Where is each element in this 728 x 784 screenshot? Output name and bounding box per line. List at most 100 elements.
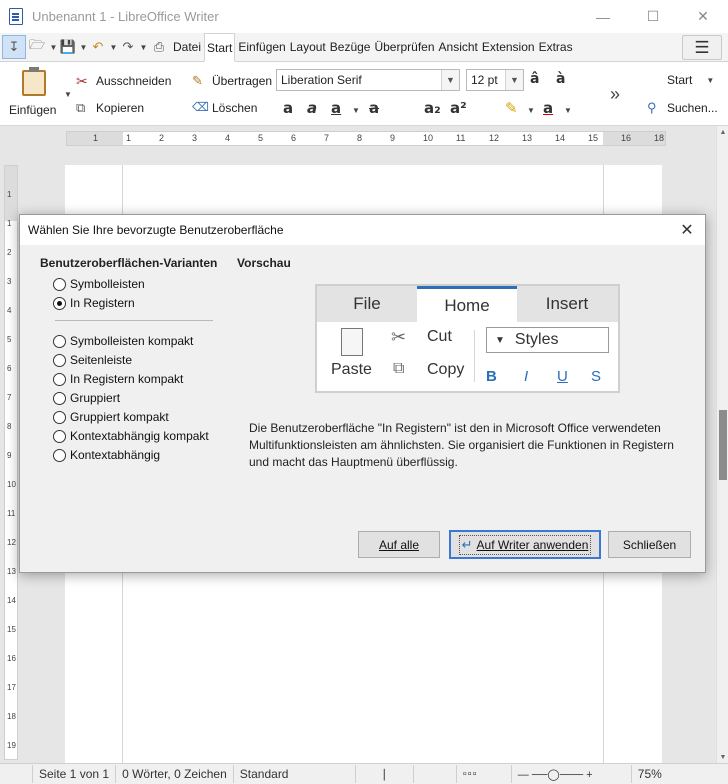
radio-button[interactable] [53, 277, 66, 291]
tab-bezuege[interactable]: Bezüge [329, 33, 372, 62]
tab-datei[interactable]: Datei [172, 33, 202, 62]
preview-strike: S [591, 368, 602, 385]
page-style[interactable]: Standard [232, 765, 355, 783]
radio-button[interactable] [53, 410, 66, 424]
bold-icon[interactable]: a [283, 99, 293, 117]
highlight-dropdown-icon[interactable]: ▼ [527, 106, 535, 115]
radio-kontextabhaengig-kompakt[interactable]: Kontextabhängig kompakt [53, 429, 209, 443]
copy-button[interactable]: ⧉ Kopieren [76, 100, 144, 116]
tab-extension[interactable]: Extension [481, 33, 536, 62]
font-color-dropdown-icon[interactable]: ▼ [564, 106, 572, 115]
radio-in-registern[interactable]: In Registern [53, 296, 135, 310]
radio-button[interactable] [53, 391, 66, 405]
find-label: Suchen... [667, 101, 718, 115]
tab-einfuegen[interactable]: Einfügen [237, 33, 286, 62]
radio-button[interactable] [53, 334, 66, 348]
find-button[interactable]: ⚲ Suchen... [647, 100, 718, 116]
writer-app-icon [9, 8, 23, 25]
vertical-ruler[interactable]: 1 1 2 3 4 5 6 7 8 9 10 11 12 13 14 15 16 17 18 19 [4, 165, 18, 760]
tab-extras[interactable]: Extras [538, 33, 574, 62]
hamburger-menu-icon[interactable]: ☰ [682, 35, 722, 60]
save-dropdown-icon[interactable]: ▼ [78, 35, 88, 59]
redo-dropdown-icon[interactable]: ▼ [138, 35, 148, 59]
strikethrough-icon[interactable]: a [369, 99, 379, 117]
clone-formatting-button[interactable]: ✎ Übertragen [192, 73, 272, 89]
maximize-icon[interactable]: ☐ [628, 0, 678, 33]
redo-icon[interactable]: ↷ [118, 35, 138, 59]
paste-button[interactable]: Einfügen [9, 103, 56, 117]
scroll-up-icon[interactable]: ▲ [717, 126, 728, 138]
underline-icon[interactable]: a [331, 99, 341, 117]
close-icon[interactable]: ✕ [678, 0, 728, 33]
notebookbar-tabbar: ↧ 🗁 ▼ 💾 ▼ ↶ ▼ ↷ ▼ ⎙ Datei Start Einfügen… [0, 33, 728, 62]
tab-start[interactable]: Start [204, 33, 236, 62]
open-dropdown-icon[interactable]: ▼ [48, 35, 58, 59]
zoom-level[interactable]: 75% [630, 765, 668, 783]
apply-to-all-button[interactable]: Auf alle [358, 531, 440, 558]
chevron-down-icon[interactable]: ▼ [505, 70, 523, 90]
save-icon[interactable]: 💾 [58, 35, 78, 59]
insert-mode-icon[interactable]: ∣ [354, 765, 413, 783]
radio-button-selected[interactable] [53, 296, 66, 310]
copy-label: Kopieren [96, 101, 145, 115]
undo-dropdown-icon[interactable]: ▼ [108, 35, 118, 59]
shrink-font-icon[interactable]: à [556, 71, 565, 87]
options-separator [55, 320, 213, 321]
preview-separator [474, 330, 475, 382]
radio-symbolleisten[interactable]: Symbolleisten [53, 277, 145, 291]
tab-ueberpruefen[interactable]: Überprüfen [373, 33, 435, 62]
ruler-number: 6 [291, 133, 297, 143]
open-icon[interactable]: 🗁 [26, 35, 48, 59]
view-layout-icons[interactable]: ▫▫▫ [455, 765, 511, 783]
close-icon[interactable]: ✕ [677, 220, 697, 240]
cut-button[interactable]: ✂ Ausschneiden [76, 73, 171, 89]
vertical-scrollbar[interactable]: ▲ ▼ [716, 126, 728, 763]
italic-icon[interactable]: a [307, 99, 317, 117]
horizontal-ruler[interactable]: 1 1 2 3 4 5 6 7 8 9 10 11 12 13 14 15 16 18 [66, 131, 666, 146]
paste-icon[interactable] [22, 67, 46, 96]
ruler-number: 13 [522, 133, 533, 143]
apply-to-writer-button[interactable]: ↵ Auf Writer anwenden [449, 530, 601, 559]
vruler-number: 1 [7, 219, 12, 228]
radio-button[interactable] [53, 372, 66, 386]
font-name-box[interactable]: Liberation Serif ▼ [276, 69, 460, 91]
option-label: Gruppiert [70, 391, 121, 405]
radio-seitenleiste[interactable]: Seitenleiste [53, 353, 132, 367]
print-icon[interactable]: ⎙ [148, 35, 170, 59]
radio-symbolleisten-kompakt[interactable]: Symbolleisten kompakt [53, 334, 193, 348]
radio-button[interactable] [53, 429, 66, 443]
minimize-icon[interactable]: — [578, 0, 628, 33]
more-button[interactable]: » [610, 84, 620, 105]
selection-mode-icon[interactable] [412, 765, 456, 783]
tab-list: Datei Start Einfügen Layout Bezüge Überp… [172, 33, 576, 62]
radio-gruppiert-kompakt[interactable]: Gruppiert kompakt [53, 410, 169, 424]
superscript-icon[interactable]: a₂ [424, 99, 441, 117]
undo-icon[interactable]: ↶ [88, 35, 108, 59]
close-button[interactable]: Schließen [608, 531, 691, 558]
clear-formatting-button[interactable]: ⌫ Löschen [192, 100, 257, 116]
grow-font-icon[interactable]: â [530, 71, 539, 87]
page-count[interactable]: Seite 1 von 1 [32, 765, 115, 783]
radio-kontextabhaengig[interactable]: Kontextabhängig [53, 448, 160, 462]
paragraph-style-button[interactable]: Start ▼ [667, 73, 714, 87]
clone-label: Übertragen [212, 74, 273, 88]
subscript-icon[interactable]: a² [450, 99, 467, 117]
paste-dropdown-icon[interactable]: ▼ [64, 90, 72, 99]
tab-ansicht[interactable]: Ansicht [438, 33, 479, 62]
highlight-icon[interactable]: ✎ [505, 99, 518, 117]
radio-in-registern-kompakt[interactable]: In Registern kompakt [53, 372, 183, 386]
chevron-down-icon[interactable]: ▼ [441, 70, 459, 90]
scrollbar-thumb[interactable] [719, 410, 727, 480]
font-color-icon[interactable]: a [543, 99, 553, 117]
vruler-number: 1 [7, 190, 12, 199]
radio-button[interactable] [53, 448, 66, 462]
font-size-box[interactable]: 12 pt ▼ [466, 69, 524, 91]
radio-gruppiert[interactable]: Gruppiert [53, 391, 120, 405]
word-count[interactable]: 0 Wörter, 0 Zeichen [115, 765, 233, 783]
zoom-slider[interactable]: — ──◯─── + [510, 765, 631, 783]
start-center-icon[interactable]: ↧ [2, 35, 26, 59]
scroll-down-icon[interactable]: ▼ [717, 751, 728, 763]
underline-dropdown-icon[interactable]: ▼ [352, 106, 360, 115]
radio-button[interactable] [53, 353, 66, 367]
tab-layout[interactable]: Layout [289, 33, 327, 62]
